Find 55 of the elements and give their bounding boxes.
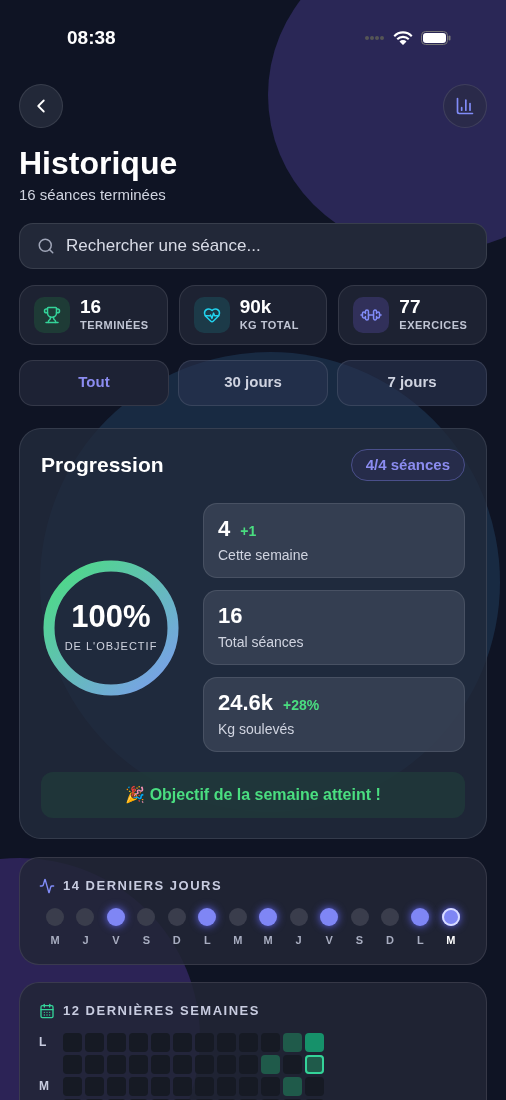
day-label: V	[325, 932, 333, 948]
wifi-icon	[393, 30, 413, 46]
metric-value: 24.6k	[218, 689, 274, 716]
trophy-icon	[34, 296, 70, 333]
day-label: M	[50, 932, 60, 948]
search-field[interactable]: Rechercher une séance...	[19, 222, 487, 269]
activity-icon	[39, 877, 55, 894]
day-label: D	[386, 932, 394, 948]
stat-label: TERMINÉES	[80, 317, 149, 333]
calendar-icon	[39, 1002, 55, 1019]
bar-chart-icon	[455, 96, 475, 116]
day-label: J	[82, 932, 89, 948]
signal-icon	[365, 34, 385, 42]
metric-label: Cette semaine	[218, 545, 310, 565]
status-time: 08:38	[67, 25, 116, 50]
filter-tab[interactable]: 7 jours	[337, 359, 487, 406]
section-title: 14 DERNIERS JOURS	[63, 877, 223, 895]
day-label: M	[263, 932, 273, 948]
day-label: D	[172, 932, 181, 948]
goal-banner: 🎉 Objectif de la semaine atteint !	[41, 772, 465, 818]
row-label: M	[39, 1078, 49, 1095]
metric-value: 16	[218, 602, 243, 629]
page-subtitle: 16 séances terminées	[19, 185, 167, 205]
battery-icon	[421, 31, 451, 45]
stat-value: 90k	[239, 295, 273, 317]
day-label: J	[295, 932, 302, 948]
search-icon	[37, 236, 55, 255]
day-label: S	[355, 932, 364, 948]
day-label: V	[112, 932, 120, 948]
metric-delta: +28%	[283, 695, 320, 715]
heart-pulse-icon	[193, 296, 230, 333]
day-label: L	[417, 932, 424, 948]
day-label: L	[203, 932, 211, 948]
stat-label: EXERCICES	[399, 317, 468, 333]
metric-label: Total séances	[218, 632, 305, 652]
sessions-badge: 4/4 séances	[350, 448, 465, 481]
filter-tab[interactable]: Tout	[19, 359, 169, 406]
ring-value: 100%	[71, 600, 151, 635]
metric-delta: +1	[240, 521, 257, 541]
back-button[interactable]	[19, 84, 63, 128]
dumbbell-icon	[353, 296, 390, 333]
metric-value: 4	[218, 515, 231, 542]
stat-value: 16	[80, 295, 103, 317]
day-label: S	[142, 932, 151, 948]
card-title: Progression	[41, 452, 164, 478]
metric-label: Kg soulevés	[218, 719, 296, 739]
page-title: Historique	[19, 144, 179, 182]
filter-tab[interactable]: 30 jours	[178, 359, 328, 406]
stat-label: KG TOTAL	[239, 317, 299, 333]
section-title: 12 DERNIÈRES SEMAINES	[63, 1002, 260, 1020]
day-label: M	[233, 932, 243, 948]
row-label: L	[39, 1034, 47, 1051]
ring-caption: DE L'OBJECTIF	[64, 639, 158, 655]
day-label: M	[446, 932, 456, 948]
stat-value: 77	[399, 295, 422, 317]
